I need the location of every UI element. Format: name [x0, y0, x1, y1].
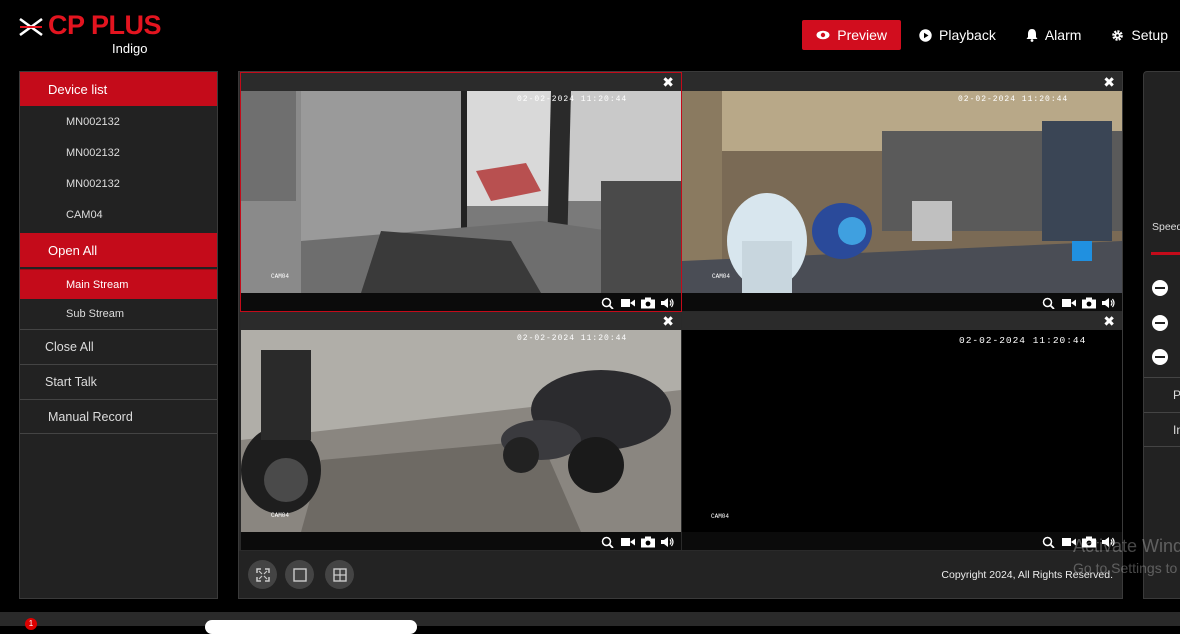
camera-label: CAM04	[271, 512, 290, 519]
activation-watermark-sub: Go to Settings to activate Windows.	[1073, 560, 1180, 576]
video-pane[interactable]: ✖ 02-02-2024 11:20:44 CAM04	[682, 73, 1122, 311]
nav-alarm-label: Alarm	[1044, 27, 1082, 43]
timestamp-overlay: 02-02-2024 11:20:44	[517, 95, 628, 104]
snapshot-icon[interactable]	[1082, 296, 1096, 309]
close-all-button[interactable]: Close All	[20, 329, 217, 364]
video-pane[interactable]: ✖ 02-02-2024 11:20:44 CAM04	[240, 72, 682, 312]
nav-playback-label: Playback	[939, 27, 996, 43]
camera-label: CAM04	[271, 273, 290, 280]
zoom-icon[interactable]	[601, 296, 615, 310]
camera-scene-image	[241, 91, 681, 293]
sidebar: Device list MN002132 MN002132 MN002132 C…	[19, 71, 218, 599]
notification-badge: 1	[25, 618, 37, 630]
taskbar-search[interactable]	[205, 620, 417, 634]
brand-logo: CP PLUS Indigo	[18, 10, 168, 60]
camera-feed: 02-02-2024 11:20:44 CAM04	[241, 91, 681, 293]
video-pane[interactable]: ✖ 02-02-2024 11:20:44 CAM04	[682, 312, 1122, 550]
top-bar: CP PLUS Indigo Preview Playback Alarm Se…	[0, 0, 1180, 70]
logo-mark-icon	[19, 17, 43, 37]
nav-preview-label: Preview	[837, 27, 888, 43]
device-item[interactable]: MN002132	[20, 106, 217, 137]
camera-feed: 02-02-2024 11:20:44 CAM04	[682, 91, 1122, 293]
fullscreen-button[interactable]	[248, 560, 277, 589]
quad-view-button[interactable]	[325, 560, 354, 589]
brand-name: CP PLUS	[48, 10, 162, 40]
ptz-option[interactable]: In	[1144, 412, 1180, 447]
ptz-panel: Speed P In	[1143, 71, 1180, 599]
minus-circle-icon[interactable]	[1152, 280, 1168, 296]
device-item[interactable]: MN002132	[20, 168, 217, 199]
camera-feed: 02-02-2024 11:20:44 CAM04	[241, 330, 681, 532]
close-icon[interactable]: ✖	[662, 313, 674, 329]
single-view-button[interactable]	[285, 560, 314, 589]
speed-label: Speed	[1152, 221, 1180, 233]
video-toolbar: Copyright 2024, All Rights Reserved.	[239, 551, 1122, 598]
nav-playback[interactable]: Playback	[907, 20, 1008, 50]
main-stream-option[interactable]: Main Stream	[20, 269, 217, 299]
close-icon[interactable]: ✖	[1103, 74, 1115, 90]
main-nav: Preview Playback Alarm Setup	[796, 20, 1180, 50]
quad-layout-icon	[332, 567, 347, 582]
minus-circle-icon[interactable]	[1152, 349, 1168, 365]
ptz-option[interactable]: P	[1144, 377, 1180, 412]
snapshot-icon[interactable]	[641, 535, 655, 548]
eye-icon	[816, 30, 830, 40]
nav-setup-label: Setup	[1131, 27, 1168, 43]
open-all-button[interactable]: Open All	[20, 233, 217, 267]
zoom-icon[interactable]	[1042, 535, 1056, 549]
video-pane[interactable]: ✖ 02-02-2024 11:20:44 CAM04	[241, 312, 681, 550]
device-list-header[interactable]: Device list	[20, 72, 217, 106]
brand-sub: Indigo	[112, 41, 148, 56]
minus-circle-icon[interactable]	[1152, 315, 1168, 331]
zoom-icon[interactable]	[1042, 296, 1056, 310]
camera-label: CAM04	[712, 273, 731, 280]
os-taskbar	[0, 612, 1180, 626]
camera-scene-image	[682, 91, 1122, 293]
camera-feed: 02-02-2024 11:20:44 CAM04	[682, 330, 1122, 532]
start-talk-button[interactable]: Start Talk	[20, 364, 217, 399]
record-icon[interactable]	[1062, 296, 1076, 308]
snapshot-icon[interactable]	[641, 296, 655, 309]
close-icon[interactable]: ✖	[1103, 313, 1115, 329]
timestamp-overlay: 02-02-2024 11:20:44	[517, 334, 628, 343]
sub-stream-option[interactable]: Sub Stream	[20, 299, 217, 329]
record-icon[interactable]	[621, 296, 635, 308]
device-item[interactable]: MN002132	[20, 137, 217, 168]
single-layout-icon	[292, 567, 307, 582]
audio-icon[interactable]	[661, 535, 675, 547]
nav-alarm[interactable]: Alarm	[1014, 20, 1094, 50]
timestamp-overlay: 02-02-2024 11:20:44	[959, 335, 1087, 346]
camera-label: CAM04	[711, 513, 730, 520]
fullscreen-icon	[255, 567, 270, 582]
zoom-icon[interactable]	[601, 535, 615, 549]
nav-setup[interactable]: Setup	[1099, 20, 1180, 50]
speed-slider[interactable]	[1151, 252, 1180, 255]
play-icon	[919, 28, 932, 42]
camera-scene-image	[241, 330, 681, 532]
audio-icon[interactable]	[1102, 296, 1116, 308]
close-icon[interactable]: ✖	[662, 74, 674, 90]
activation-watermark: Activate Windows	[1073, 536, 1180, 556]
gear-icon	[1112, 29, 1124, 41]
manual-record-button[interactable]: Manual Record	[20, 399, 217, 434]
bell-icon	[1026, 29, 1038, 42]
video-grid: ✖ 02-02-2024 11:20:44 CAM04 ✖ 02-02-2024…	[238, 71, 1123, 599]
device-item[interactable]: CAM04	[20, 199, 217, 230]
record-icon[interactable]	[621, 535, 635, 547]
nav-preview[interactable]: Preview	[802, 20, 902, 50]
audio-icon[interactable]	[661, 296, 675, 308]
timestamp-overlay: 02-02-2024 11:20:44	[958, 95, 1069, 104]
